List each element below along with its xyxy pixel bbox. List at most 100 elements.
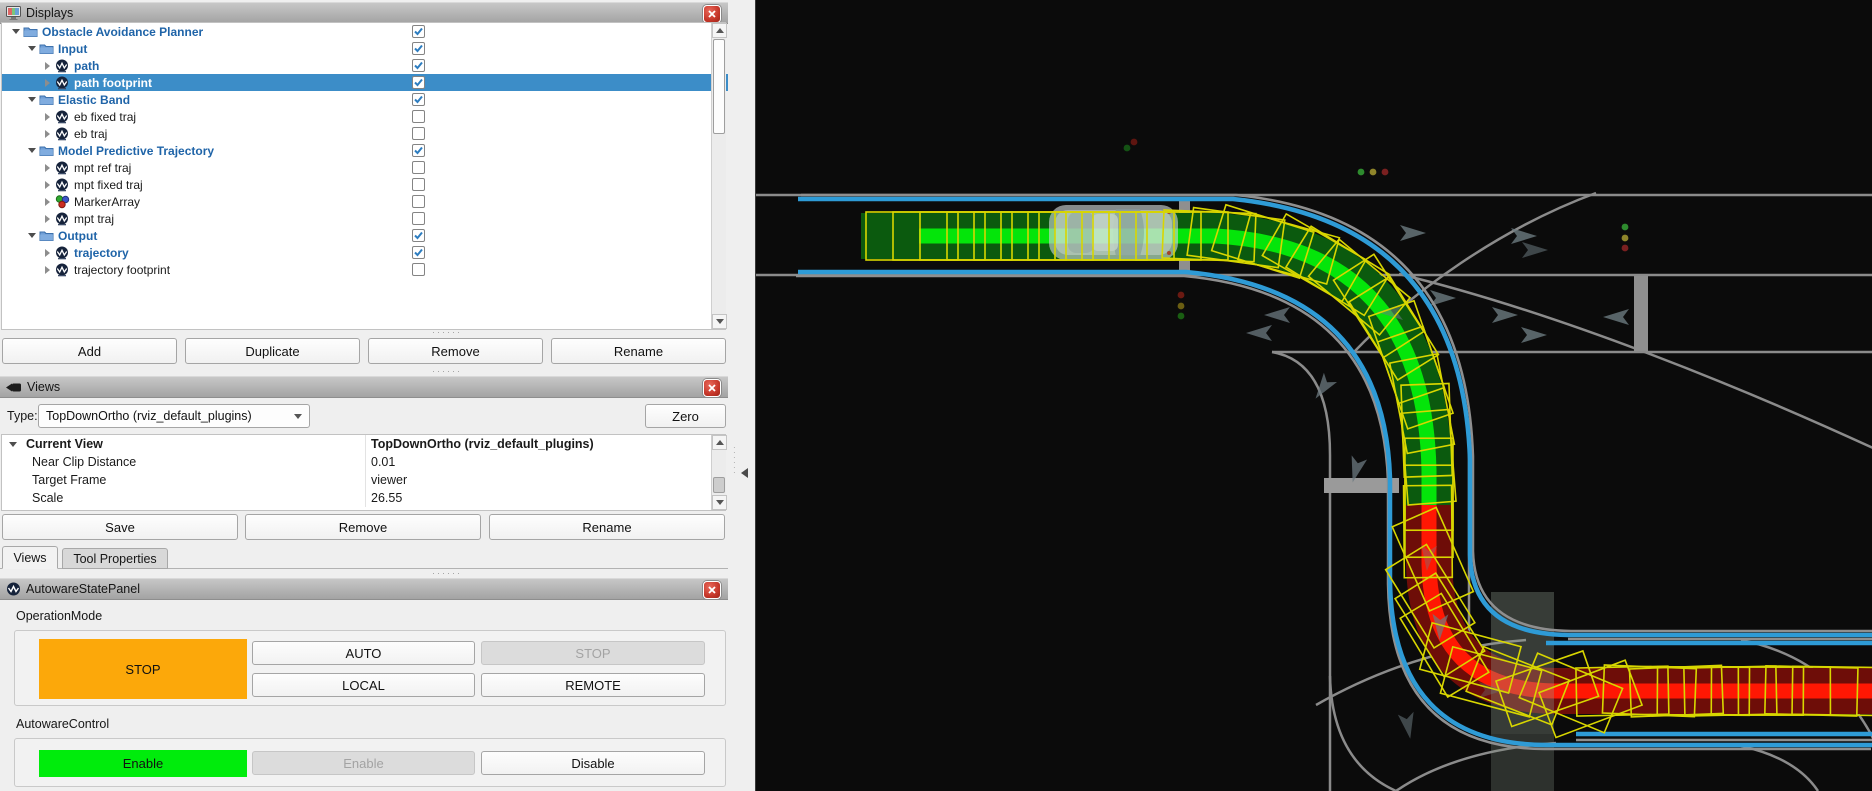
tree-row-eb-traj[interactable]: eb traj — [2, 125, 752, 142]
expander-closed-icon[interactable] — [42, 61, 53, 70]
autoware-panel-header[interactable]: AutowareStatePanel — [0, 578, 728, 600]
expander-closed-icon[interactable] — [42, 197, 53, 206]
view-type-combobox[interactable]: TopDownOrtho (rviz_default_plugins) — [38, 404, 310, 428]
rename-button[interactable]: Rename — [551, 338, 726, 364]
displays-tree[interactable]: Obstacle Avoidance Planner Input path path … — [1, 22, 752, 330]
scroll-up-button[interactable] — [712, 23, 727, 38]
lane-arrow-icon — [1397, 711, 1414, 739]
expander-open-icon[interactable] — [7, 441, 19, 447]
scrollbar-thumb[interactable] — [713, 39, 725, 134]
property-row-Scale[interactable]: Scale 26.55 — [2, 489, 725, 507]
expander-open-icon[interactable] — [26, 97, 37, 102]
expander-closed-icon[interactable] — [42, 112, 53, 121]
expander-closed-icon[interactable] — [42, 129, 53, 138]
expander-closed-icon[interactable] — [42, 265, 53, 274]
checkbox-checked[interactable] — [412, 25, 425, 38]
property-value[interactable]: 26.55 — [366, 491, 402, 505]
expander-closed-icon[interactable] — [42, 248, 53, 257]
splitter-handle[interactable]: ······ — [432, 568, 462, 578]
property-row-Near-Clip-Distance[interactable]: Near Clip Distance 0.01 — [2, 453, 725, 471]
property-value[interactable]: TopDownOrtho (rviz_default_plugins) — [366, 437, 594, 451]
tree-row-mpt-traj[interactable]: mpt traj — [2, 210, 752, 227]
local-button[interactable]: LOCAL — [252, 673, 475, 697]
scrollbar-thumb[interactable] — [713, 477, 725, 493]
checkbox-checked[interactable] — [412, 246, 425, 259]
expander-open-icon[interactable] — [26, 46, 37, 51]
disable-button[interactable]: Disable — [481, 751, 705, 775]
expander-closed-icon[interactable] — [42, 163, 53, 172]
properties-scrollbar[interactable] — [711, 435, 727, 510]
checkbox-unchecked[interactable] — [412, 161, 425, 174]
splitter-handle[interactable]: ······ — [432, 366, 462, 376]
checkbox-unchecked[interactable] — [412, 195, 425, 208]
add-button[interactable]: Add — [2, 338, 177, 364]
rviz-3d-viewport[interactable] — [755, 0, 1872, 791]
checkbox-unchecked[interactable] — [412, 178, 425, 191]
checkbox-unchecked[interactable] — [412, 127, 425, 140]
scroll-up-button[interactable] — [712, 435, 727, 450]
tree-row-path-footprint[interactable]: path footprint — [2, 74, 752, 91]
current-view-properties[interactable]: Current View TopDownOrtho (rviz_default_p… — [1, 434, 726, 511]
stop-button[interactable]: STOP — [481, 641, 705, 665]
tree-row-eb-fixed-traj[interactable]: eb fixed traj — [2, 108, 752, 125]
tree-row-mpt-ref-traj[interactable]: mpt ref traj — [2, 159, 752, 176]
tree-row-Elastic-Band[interactable]: Elastic Band — [2, 91, 736, 108]
rename-button[interactable]: Rename — [489, 514, 725, 540]
displays-panel-header[interactable]: Displays — [0, 2, 728, 24]
remove-button[interactable]: Remove — [245, 514, 481, 540]
tree-row-trajectory-footprint[interactable]: trajectory footprint — [2, 261, 752, 278]
collapse-panel-arrow-icon[interactable] — [741, 468, 748, 478]
tree-row-Obstacle-Avoidance-Planner[interactable]: Obstacle Avoidance Planner — [2, 23, 720, 40]
tree-row-path[interactable]: path — [2, 57, 752, 74]
expander-closed-icon[interactable] — [42, 180, 53, 189]
tree-row-Model-Predictive-Trajectory[interactable]: Model Predictive Trajectory — [2, 142, 736, 159]
zero-button[interactable]: Zero — [645, 404, 726, 428]
expander-open-icon[interactable] — [26, 148, 37, 153]
property-value[interactable]: 0.01 — [366, 455, 395, 469]
tab-views[interactable]: Views — [2, 546, 58, 569]
duplicate-button[interactable]: Duplicate — [185, 338, 360, 364]
property-value[interactable]: viewer — [366, 473, 407, 487]
enable-button[interactable]: Enable — [252, 751, 475, 775]
checkbox-unchecked[interactable] — [412, 263, 425, 276]
expander-open-icon[interactable] — [26, 233, 37, 238]
views-close-button[interactable] — [703, 379, 721, 397]
autoware-control-status: Enable — [39, 750, 247, 777]
tree-row-Input[interactable]: Input — [2, 40, 736, 57]
checkbox-checked[interactable] — [412, 144, 425, 157]
traffic-light-dot — [1177, 291, 1185, 299]
autoware-close-button[interactable] — [703, 581, 721, 599]
splitter-handle[interactable]: ······ — [432, 327, 462, 337]
displays-close-button[interactable] — [703, 5, 721, 23]
remote-button[interactable]: REMOTE — [481, 673, 705, 697]
property-row-Target-Frame[interactable]: Target Frame viewer — [2, 471, 725, 489]
checkbox-checked[interactable] — [412, 59, 425, 72]
scroll-down-button[interactable] — [712, 314, 727, 329]
checkbox-unchecked[interactable] — [412, 110, 425, 123]
property-row-Current-View[interactable]: Current View TopDownOrtho (rviz_default_p… — [2, 435, 725, 453]
checkbox-checked[interactable] — [412, 229, 425, 242]
save-button[interactable]: Save — [2, 514, 238, 540]
rviz-window: Displays Obstacle Avoidance Planner Input… — [0, 0, 1872, 791]
checkbox-checked[interactable] — [412, 42, 425, 55]
tree-row-mpt-fixed-traj[interactable]: mpt fixed traj — [2, 176, 752, 193]
expander-closed-icon[interactable] — [42, 214, 53, 223]
tree-row-label: Input — [58, 41, 88, 56]
views-panel-header[interactable]: Views — [0, 376, 728, 398]
tab-tool-properties[interactable]: Tool Properties — [62, 548, 168, 569]
expander-open-icon[interactable] — [10, 29, 21, 34]
checkbox-unchecked[interactable] — [412, 212, 425, 225]
auto-button[interactable]: AUTO — [252, 641, 475, 665]
checkbox-checked[interactable] — [412, 76, 425, 89]
panel-viewport-splitter[interactable]: · · · · · · — [728, 0, 755, 791]
remove-button[interactable]: Remove — [368, 338, 543, 364]
tree-row-MarkerArray[interactable]: MarkerArray — [2, 193, 752, 210]
displays-tree-scrollbar[interactable] — [711, 23, 727, 329]
tree-row-trajectory[interactable]: trajectory — [2, 244, 752, 261]
checkbox-checked[interactable] — [412, 93, 425, 106]
splitter-dots: · · · · · · — [733, 443, 736, 477]
scroll-down-button[interactable] — [712, 495, 727, 510]
panel-tabs: Views Tool Properties — [0, 546, 728, 569]
expander-closed-icon[interactable] — [42, 78, 53, 87]
tree-row-Output[interactable]: Output — [2, 227, 736, 244]
